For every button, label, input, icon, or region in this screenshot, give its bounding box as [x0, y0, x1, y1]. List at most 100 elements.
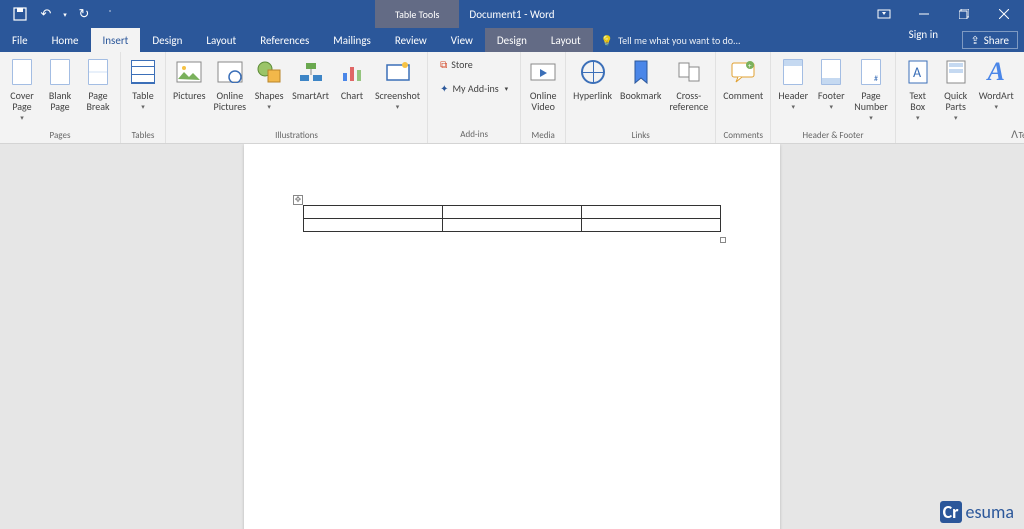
- tab-mailings[interactable]: Mailings: [321, 28, 383, 52]
- tab-insert[interactable]: Insert: [91, 28, 141, 52]
- table-tools-label: Table Tools: [375, 0, 459, 28]
- table-cell[interactable]: [304, 206, 443, 219]
- online-pictures-button[interactable]: OnlinePictures: [211, 54, 250, 129]
- hyperlink-button[interactable]: Hyperlink: [570, 54, 615, 129]
- document-area[interactable]: ✥: [0, 144, 1024, 529]
- signin-button[interactable]: Sign in: [901, 28, 946, 41]
- page-icon: [46, 58, 74, 86]
- cover-page-button[interactable]: CoverPage▾: [4, 54, 40, 129]
- bookmark-icon: [627, 58, 655, 86]
- page-number-icon: #: [857, 58, 885, 86]
- group-label: Text: [1018, 129, 1024, 142]
- screenshot-button[interactable]: Screenshot▾: [372, 54, 423, 129]
- quickparts-icon: [942, 58, 970, 86]
- bookmark-button[interactable]: Bookmark: [617, 54, 664, 129]
- addins-icon: ✦: [440, 82, 448, 95]
- tab-table-layout[interactable]: Layout: [539, 28, 593, 52]
- group-tables: Table▾ Tables: [121, 52, 166, 143]
- page-break-button[interactable]: PageBreak: [80, 54, 116, 129]
- cross-reference-button[interactable]: Cross-reference: [666, 54, 711, 129]
- table-resize-handle[interactable]: [720, 237, 726, 243]
- wordart-button[interactable]: AWordArt▾: [976, 54, 1017, 129]
- tab-home[interactable]: Home: [40, 28, 91, 52]
- pictures-button[interactable]: Pictures: [170, 54, 209, 129]
- tab-view[interactable]: View: [439, 28, 485, 52]
- document-table[interactable]: [303, 205, 721, 232]
- group-links: Hyperlink Bookmark Cross-reference Links: [566, 52, 716, 143]
- wordart-icon: A: [982, 58, 1010, 86]
- cross-ref-icon: [675, 58, 703, 86]
- redo-button[interactable]: ↻: [72, 2, 96, 26]
- tellme-search[interactable]: 💡Tell me what you want to do...: [601, 28, 741, 52]
- document-title: Document1 - Word: [469, 8, 554, 21]
- table-button[interactable]: Table▾: [125, 54, 161, 129]
- store-icon: ⧉: [440, 58, 447, 71]
- undo-dropdown[interactable]: ▾: [60, 2, 70, 26]
- smartart-button[interactable]: SmartArt: [289, 54, 332, 129]
- share-label: Share: [984, 34, 1009, 47]
- document-page[interactable]: ✥: [244, 144, 780, 529]
- table-cell[interactable]: [443, 206, 582, 219]
- ribbon-tabs: File Home Insert Design Layout Reference…: [0, 28, 1024, 52]
- share-button[interactable]: ⇪ Share: [962, 31, 1018, 49]
- page-icon: [8, 58, 36, 86]
- minimize-button[interactable]: [904, 0, 944, 28]
- ribbon-options-button[interactable]: [864, 0, 904, 28]
- dropcap-button[interactable]: ADropCap▾: [1019, 54, 1024, 129]
- group-illustrations: Pictures OnlinePictures Shapes▾ SmartArt…: [166, 52, 428, 143]
- restore-button[interactable]: [944, 0, 984, 28]
- online-picture-icon: [216, 58, 244, 86]
- table-cell[interactable]: [582, 206, 721, 219]
- tab-review[interactable]: Review: [383, 28, 439, 52]
- tab-layout[interactable]: Layout: [194, 28, 248, 52]
- svg-text:A: A: [913, 64, 922, 81]
- table-row[interactable]: [304, 206, 721, 219]
- group-header-footer: Header▾ Footer▾ #PageNumber▾ Header & Fo…: [771, 52, 895, 143]
- table-cell[interactable]: [304, 219, 443, 232]
- comment-button[interactable]: +Comment: [720, 54, 766, 129]
- tab-file[interactable]: File: [0, 28, 40, 52]
- textbox-button[interactable]: ATextBox▾: [900, 54, 936, 129]
- quick-parts-button[interactable]: QuickParts▾: [938, 54, 974, 129]
- watermark-logo: Cr esuma: [940, 501, 1014, 523]
- ribbon: CoverPage▾ BlankPage PageBreak Pages Tab…: [0, 52, 1024, 144]
- video-icon: [529, 58, 557, 86]
- group-label: Media: [532, 129, 555, 142]
- globe-icon: [579, 58, 607, 86]
- store-label: Store: [451, 58, 472, 71]
- page-number-button[interactable]: #PageNumber▾: [851, 54, 890, 129]
- collapse-ribbon-button[interactable]: ᐱ: [1011, 128, 1018, 141]
- group-media: OnlineVideo Media: [521, 52, 566, 143]
- tab-table-design[interactable]: Design: [485, 28, 539, 52]
- table-move-handle[interactable]: ✥: [293, 195, 303, 205]
- my-addins-button[interactable]: ✦My Add-ins▾: [436, 78, 512, 98]
- store-button[interactable]: ⧉ Store: [436, 54, 512, 74]
- svg-text:+: +: [748, 61, 752, 70]
- tab-references[interactable]: References: [248, 28, 321, 52]
- table-row[interactable]: [304, 219, 721, 232]
- group-addins: ⧉Store ✦My Add-ins▾ Add-ins: [428, 52, 521, 143]
- qat-customize[interactable]: ⁼: [98, 2, 122, 26]
- picture-icon: [175, 58, 203, 86]
- footer-button[interactable]: Footer▾: [813, 54, 849, 129]
- logo-badge: Cr: [940, 501, 962, 523]
- table-cell[interactable]: [582, 219, 721, 232]
- shapes-icon: [255, 58, 283, 86]
- save-button[interactable]: [8, 2, 32, 26]
- header-button[interactable]: Header▾: [775, 54, 811, 129]
- share-icon: ⇪: [971, 34, 980, 47]
- group-label: Pages: [50, 129, 71, 142]
- blank-page-button[interactable]: BlankPage: [42, 54, 78, 129]
- close-button[interactable]: [984, 0, 1024, 28]
- undo-button[interactable]: ↶: [34, 2, 58, 26]
- shapes-button[interactable]: Shapes▾: [251, 54, 287, 129]
- chart-button[interactable]: Chart: [334, 54, 370, 129]
- group-label: Tables: [132, 129, 155, 142]
- titlebar: ↶ ▾ ↻ ⁼ Table Tools Document1 - Word: [0, 0, 1024, 28]
- tellme-placeholder: Tell me what you want to do...: [618, 34, 740, 47]
- screenshot-icon: [384, 58, 412, 86]
- tab-design[interactable]: Design: [140, 28, 194, 52]
- group-comments: +Comment Comments: [716, 52, 771, 143]
- table-cell[interactable]: [443, 219, 582, 232]
- online-video-button[interactable]: OnlineVideo: [525, 54, 561, 129]
